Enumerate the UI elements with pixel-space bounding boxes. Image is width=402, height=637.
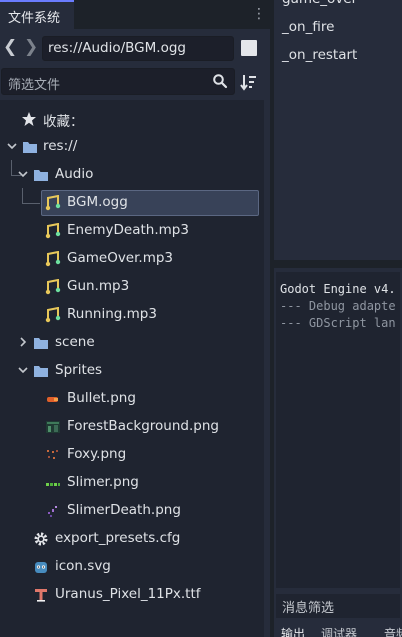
tree-row-file[interactable]: icon.svg (0, 553, 262, 581)
dock-menu-icon[interactable]: ⋮ (252, 4, 266, 24)
back-arrow-icon[interactable]: ❮ (3, 33, 17, 63)
path-bar: ❮ ❯ res://Audio/BGM.ogg (0, 33, 270, 63)
file-label: Slimer.png (67, 474, 139, 490)
file-label: ForestBackground.png (67, 418, 219, 434)
filter-files-input[interactable]: 筛选文件 (1, 68, 235, 95)
file-label: export_presets.cfg (55, 530, 181, 546)
filesystem-dock: 文件系统 ⋮ ❮ ❯ res://Audio/BGM.ogg 筛选文件 收藏： … (0, 0, 270, 637)
star-icon (22, 112, 36, 126)
file-label: GameOver.mp3 (67, 250, 174, 266)
tree-scrollbar[interactable] (264, 100, 270, 637)
folder-label: Audio (55, 166, 94, 182)
toggle-split-view-button[interactable] (241, 40, 257, 56)
signal-item[interactable]: _on_restart (282, 47, 357, 63)
godot-logo-icon (35, 562, 47, 573)
font-file-icon (35, 589, 47, 602)
chevron-down-icon[interactable] (17, 364, 29, 376)
file-label: Uranus_Pixel_11Px.ttf (55, 586, 201, 602)
audio-file-icon (45, 195, 61, 211)
folder-icon (34, 366, 48, 377)
audio-file-icon (45, 307, 61, 323)
favorites-row[interactable]: 收藏： (0, 105, 262, 133)
tree-row-sprites-folder[interactable]: Sprites (0, 357, 262, 385)
file-label: icon.svg (55, 558, 111, 574)
tree-row-file[interactable]: ForestBackground.png (0, 413, 262, 441)
chevron-down-icon[interactable] (6, 140, 18, 152)
tree-row-file[interactable]: GameOver.mp3 (0, 245, 262, 273)
output-log[interactable]: Godot Engine v4. --- Debug adapte --- GD… (276, 272, 400, 588)
file-label: Foxy.png (67, 446, 127, 462)
file-label: Running.mp3 (67, 306, 157, 322)
tree-row-file[interactable]: export_presets.cfg (0, 525, 262, 553)
chevron-down-icon[interactable] (17, 168, 29, 180)
tab-output[interactable]: 输出 (281, 625, 305, 637)
tree-row-file[interactable]: Foxy.png (0, 441, 262, 469)
search-icon (213, 74, 228, 89)
path-field[interactable]: res://Audio/BGM.ogg (42, 36, 234, 61)
tree-row-file[interactable]: Running.mp3 (0, 301, 262, 329)
dock-tab-bar: 文件系统 ⋮ (0, 0, 270, 29)
file-label: Gun.mp3 (67, 278, 130, 294)
tree-row-file[interactable]: BGM.ogg (0, 189, 262, 217)
signals-panel: game_over _on_fire _on_restart (274, 0, 402, 260)
slimer-death-thumbnail-icon (48, 506, 57, 517)
bottom-panel-tabs: 输出 调试器 音频 (274, 624, 402, 637)
tab-debugger[interactable]: 调试器 (321, 625, 357, 637)
foxy-thumbnail-icon (47, 450, 58, 459)
audio-file-icon (45, 251, 61, 267)
tree-row-file[interactable]: Gun.mp3 (0, 273, 262, 301)
forest-thumbnail-icon (46, 421, 60, 433)
tree-row-file[interactable]: Uranus_Pixel_11Px.ttf (0, 581, 262, 609)
folder-icon (34, 170, 48, 181)
slimer-thumbnail-icon (46, 483, 60, 486)
message-filter-input[interactable]: 消息筛选 (276, 594, 400, 618)
tree-row-root[interactable]: res:// (0, 133, 262, 161)
tree-row-file[interactable]: SlimerDeath.png (0, 497, 262, 525)
tab-audio[interactable]: 音频 (384, 625, 402, 637)
filter-bar: 筛选文件 (0, 68, 270, 95)
tree-row-scene-folder[interactable]: scene (0, 329, 262, 357)
file-label: SlimerDeath.png (67, 502, 181, 518)
audio-file-icon (45, 279, 61, 295)
panel-splitter[interactable] (270, 260, 402, 268)
tree-row-file[interactable]: Slimer.png (0, 469, 262, 497)
folder-label: Sprites (55, 362, 103, 378)
audio-file-icon (45, 223, 61, 239)
folder-label: scene (55, 334, 95, 350)
signal-item[interactable]: game_over (282, 0, 357, 7)
chevron-right-icon[interactable] (17, 336, 29, 348)
sort-icon[interactable] (240, 73, 258, 91)
forward-arrow-icon[interactable]: ❯ (24, 33, 38, 63)
favorites-label: 收藏： (43, 114, 84, 130)
file-label: EnemyDeath.mp3 (67, 222, 189, 238)
file-label: Bullet.png (67, 390, 136, 406)
root-label: res:// (43, 138, 78, 154)
tree-row-audio-folder[interactable]: Audio (0, 161, 262, 189)
bullet-thumbnail-icon (47, 397, 58, 402)
tab-filesystem[interactable]: 文件系统 (0, 0, 74, 29)
folder-icon (23, 142, 37, 153)
signal-item[interactable]: _on_fire (282, 19, 334, 35)
log-line: --- Debug adapte (280, 299, 396, 313)
tree-row-file[interactable]: Bullet.png (0, 385, 262, 413)
gear-icon (34, 532, 48, 546)
folder-icon (34, 338, 48, 349)
log-line: --- GDScript lan (280, 316, 396, 330)
file-label: BGM.ogg (67, 194, 128, 210)
output-panel: Godot Engine v4. --- Debug adapte --- GD… (274, 268, 402, 637)
tree-row-file[interactable]: EnemyDeath.mp3 (0, 217, 262, 245)
log-line: Godot Engine v4. (280, 282, 396, 296)
